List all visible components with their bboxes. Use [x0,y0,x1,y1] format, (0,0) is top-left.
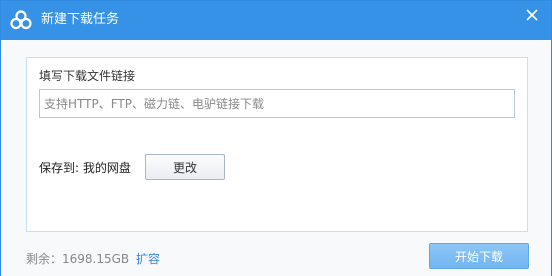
start-download-button[interactable]: 开始下载 [429,243,529,269]
new-download-task-dialog: 新建下载任务 填写下载文件链接 保存到: 我的网盘 更改 剩余：1698.15G… [0,0,552,276]
remaining-space-text: 剩余：1698.15GB [26,252,130,266]
save-location-label: 保存到: 我的网盘 [39,161,131,175]
link-panel: 填写下载文件链接 保存到: 我的网盘 更改 [26,57,528,232]
expand-storage-link[interactable]: 扩容 [136,251,160,267]
url-field-label: 填写下载文件链接 [39,69,136,83]
download-url-input[interactable] [39,89,515,118]
dialog-body: 填写下载文件链接 保存到: 我的网盘 更改 剩余：1698.15GB 扩容 开始… [1,40,551,276]
cloud-logo-icon [10,10,32,30]
title-bar[interactable]: 新建下载任务 [1,1,551,40]
change-location-button[interactable]: 更改 [145,154,225,180]
close-icon[interactable] [523,6,541,24]
window-title: 新建下载任务 [41,12,120,27]
